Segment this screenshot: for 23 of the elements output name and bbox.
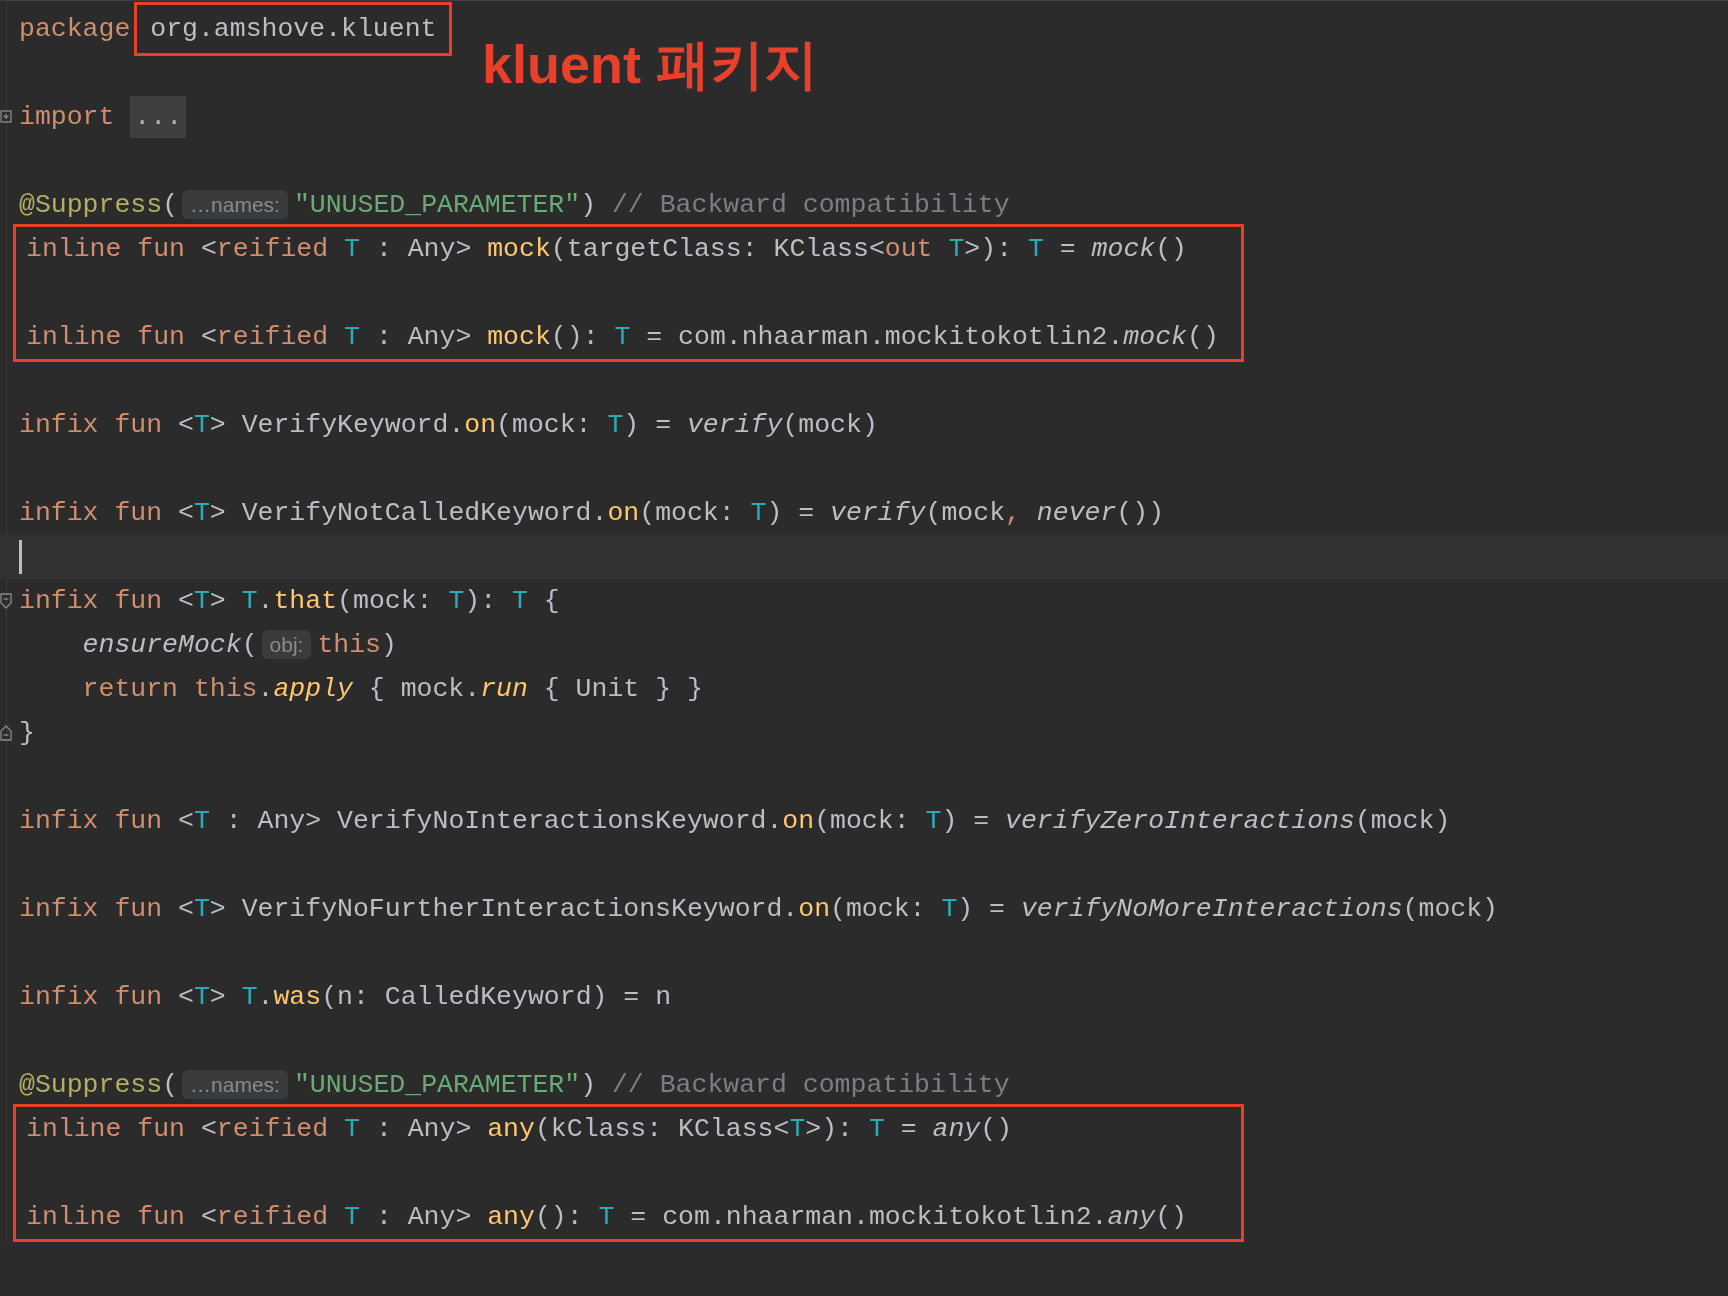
expand-icon[interactable] xyxy=(0,110,12,124)
code-line: infix fun <T> T.that(mock: T): T { xyxy=(19,585,560,618)
code-line: infix fun <T> VerifyNotCalledKeyword.on(mock: T) = verify(mock, never()) xyxy=(19,497,1165,530)
code-line: import ... xyxy=(19,95,187,139)
code-line: return this.apply { mock.run { Unit } } xyxy=(82,673,703,706)
callout-label: kluent 패키지 xyxy=(482,33,819,96)
code-line: infix fun <T> T.was(n: CalledKeyword) = n xyxy=(19,981,672,1014)
keyword: package xyxy=(19,14,132,44)
code-line: inline fun <reified T : Any> any(kClass: KClass<T>): T = any() xyxy=(26,1113,1013,1146)
code-line: inline fun <reified T : Any> any(): T = com.nhaarman.mockitokotlin2.any() xyxy=(26,1201,1187,1234)
code-line: infix fun <T> VerifyNoFurtherInteractionsKeyword.on(mock: T) = verifyNoMoreInteractions(mock) xyxy=(19,893,1498,926)
text-cursor xyxy=(19,540,22,574)
package-name: org.amshove.kluent xyxy=(134,2,453,56)
code-line: infix fun <T> VerifyKeyword.on(mock: T) = verify(mock) xyxy=(19,409,878,442)
code-line: infix fun <T : Any> VerifyNoInteractionsKeyword.on(mock: T) = verifyZeroInteractions(mock) xyxy=(19,805,1451,838)
code-line: inline fun <reified T : Any> mock(targetClass: KClass<out T>): T = mock() xyxy=(26,233,1188,266)
code-line: } xyxy=(19,717,35,750)
fold-icon[interactable] xyxy=(0,725,12,741)
code-line: @Suppress( …names: "UNUSED_PARAMETER") // Backward compatibility xyxy=(19,189,1010,222)
code-line: @Suppress( …names: "UNUSED_PARAMETER") // Backward compatibility xyxy=(19,1069,1010,1102)
fold-icon[interactable] xyxy=(0,593,12,609)
code-line: inline fun <reified T : Any> mock(): T = com.nhaarman.mockitokotlin2.mock() xyxy=(26,321,1219,354)
code-line: ensureMock( obj: this) xyxy=(82,629,397,662)
